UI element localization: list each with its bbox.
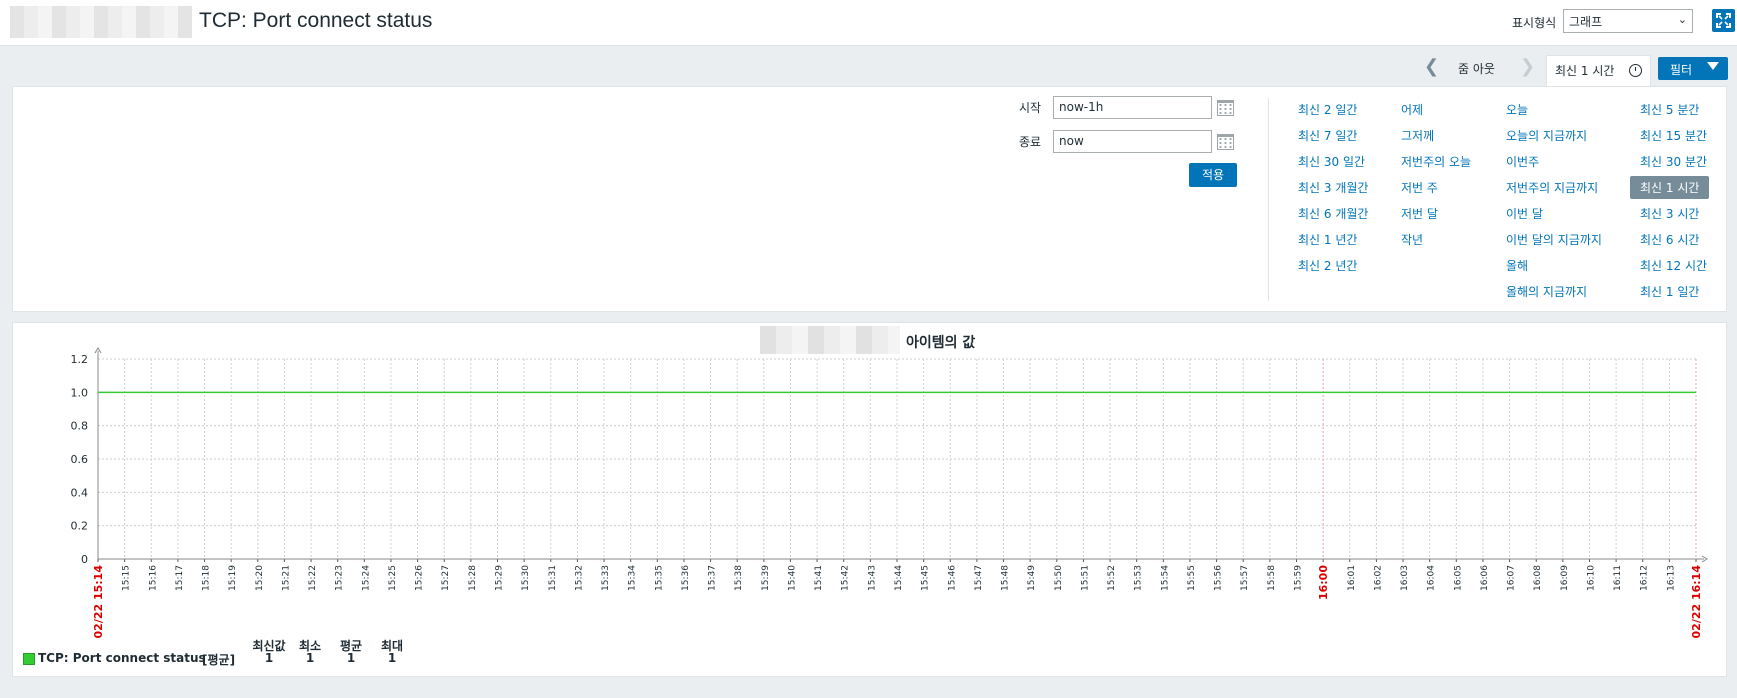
x-tick-label: 15:50 (1054, 565, 1064, 591)
x-tick-label: 16:13 (1666, 565, 1676, 591)
legend-swatch (23, 653, 35, 665)
x-tick-label: 15:48 (1001, 565, 1011, 591)
x-tick-label: 15:23 (335, 565, 345, 591)
y-tick-label: 0.4 (71, 486, 89, 499)
legend-series-name: TCP: Port connect status (38, 651, 206, 665)
x-tick-label: 15:55 (1187, 565, 1197, 591)
x-tick-label: 15:30 (521, 565, 531, 591)
x-tick-label: 15:42 (841, 565, 851, 591)
x-tick-label: 16:11 (1613, 565, 1623, 591)
y-tick-label: 0.2 (71, 520, 89, 533)
x-tick-label: 16:01 (1347, 565, 1357, 591)
x-tick-label: 15:37 (708, 565, 718, 591)
x-tick-label: 15:18 (202, 565, 212, 591)
x-tick-label: 15:59 (1294, 565, 1304, 591)
y-tick-label: 0.6 (71, 453, 89, 466)
x-tick-label: 15:24 (361, 565, 371, 591)
x-tick-label: 16:06 (1480, 565, 1490, 591)
x-tick-label: 15:21 (281, 565, 291, 591)
x-tick-label: 16:03 (1400, 565, 1410, 591)
line-chart: 0 0.2 0.4 0.6 0.8 1.0 1.2 02/22 15:14 15:15 15:16… (71, 347, 1708, 639)
legend-stat-value: 1 (387, 651, 397, 665)
x-tick-label: 15:51 (1080, 565, 1090, 591)
x-tick-label: 16:00 (1317, 565, 1330, 600)
x-tick-label: 15:27 (441, 565, 451, 591)
x-tick-label: 15:43 (867, 565, 877, 591)
x-tick-label: 15:32 (574, 565, 584, 591)
x-tick-label: 16:08 (1533, 565, 1543, 591)
x-tick-label: 15:45 (921, 565, 931, 591)
legend-stat-value: 1 (346, 651, 356, 665)
x-tick-label: 16:05 (1453, 565, 1463, 591)
x-tick-label: 15:17 (175, 565, 185, 591)
x-tick-label: 15:49 (1027, 565, 1037, 591)
x-tick-label: 15:31 (548, 565, 558, 591)
x-tick-label: 15:34 (628, 565, 638, 591)
x-tick-label: 15:36 (681, 565, 691, 591)
legend-function: [평균] (202, 653, 236, 667)
y-tick-label: 1.2 (71, 353, 89, 366)
x-tick-label: 15:46 (947, 565, 957, 591)
x-tick-label: 15:58 (1267, 565, 1277, 591)
x-tick-label: 15:19 (228, 565, 238, 591)
x-tick-label: 15:15 (122, 565, 132, 591)
x-tick-label: 15:39 (761, 565, 771, 591)
x-tick-label: 15:33 (601, 565, 611, 591)
x-tick-label: 15:53 (1134, 565, 1144, 591)
x-tick-label: 15:40 (787, 565, 797, 591)
x-tick-label: 15:22 (308, 565, 318, 591)
legend-stat-value: 1 (264, 651, 274, 665)
y-tick-label: 0.8 (71, 420, 89, 433)
x-tick-label: 15:29 (495, 565, 505, 591)
x-tick-label: 15:56 (1214, 565, 1224, 591)
x-tick-label: 15:16 (148, 565, 158, 591)
x-tick-label: 16:09 (1560, 565, 1570, 591)
x-tick-label: 15:25 (388, 565, 398, 591)
x-tick-label: 16:02 (1373, 565, 1383, 591)
y-tick-label: 1.0 (71, 386, 89, 399)
x-tick-label: 15:44 (894, 565, 904, 591)
x-tick-label: 15:54 (1160, 565, 1170, 591)
x-tick-label: 15:57 (1240, 565, 1250, 591)
x-tick-label: 16:12 (1640, 565, 1650, 591)
x-tick-label: 15:20 (255, 565, 265, 591)
x-tick-label: 15:52 (1107, 565, 1117, 591)
x-tick-label: 16:10 (1586, 565, 1596, 591)
x-tick-label: 16:04 (1427, 565, 1437, 591)
y-tick-label: 0 (81, 553, 88, 566)
x-tick-label: 02/22 16:14 (1690, 565, 1703, 639)
x-tick-label: 15:41 (814, 565, 824, 591)
x-tick-label: 02/22 15:14 (92, 565, 105, 639)
x-tick-label: 15:47 (974, 565, 984, 591)
x-tick-label: 16:07 (1507, 565, 1517, 591)
x-tick-label: 15:35 (654, 565, 664, 591)
legend-stat-value: 1 (305, 651, 315, 665)
x-tick-label: 15:26 (415, 565, 425, 591)
x-tick-label: 15:38 (734, 565, 744, 591)
x-tick-label: 15:28 (468, 565, 478, 591)
